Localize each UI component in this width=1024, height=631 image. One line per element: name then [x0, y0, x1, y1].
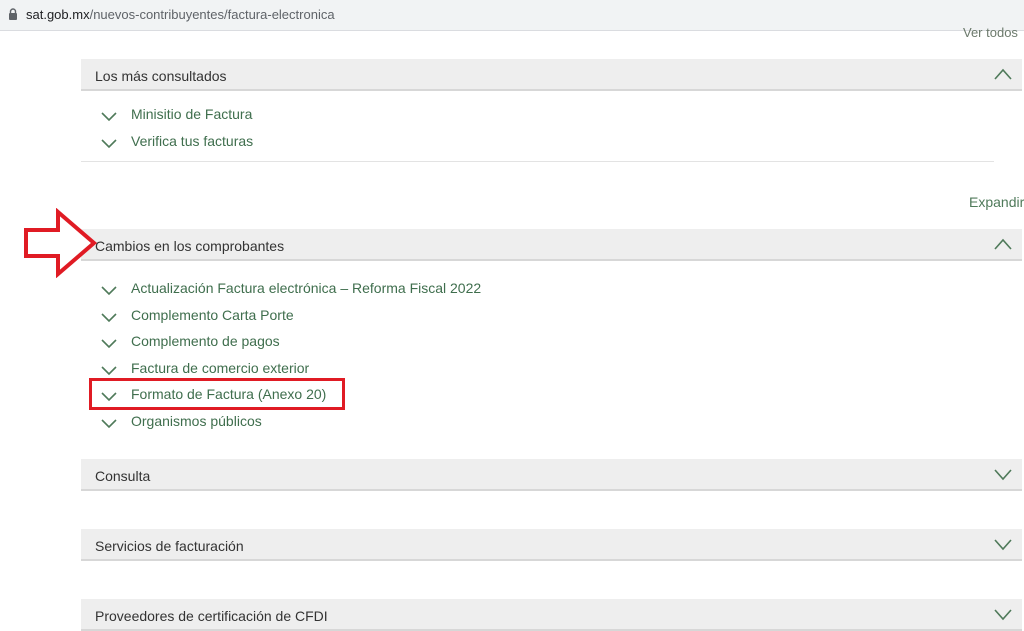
chevron-down-icon[interactable] [993, 607, 1013, 621]
chevron-down-icon [101, 418, 117, 428]
accordion-header-cambios-comprobantes[interactable]: Cambios en los comprobantes [81, 229, 1022, 261]
link-actualizacion-reforma-2022[interactable]: Actualización Factura electrónica – Refo… [131, 280, 481, 296]
chevron-down-icon [101, 339, 117, 349]
accordion-header-proveedores-cfdi[interactable]: Proveedores de certificación de CFDI [81, 599, 1022, 631]
chevron-down-icon [101, 112, 117, 122]
expandir-link[interactable]: Expandir [969, 194, 1024, 210]
link-comercio-exterior[interactable]: Factura de comercio exterior [131, 360, 309, 376]
divider [81, 161, 994, 162]
accordion-header-consulta[interactable]: Consulta [81, 459, 1022, 491]
accordion-header-mas-consultados[interactable]: Los más consultados [81, 59, 1022, 91]
section-title: Los más consultados [95, 68, 227, 84]
chevron-down-icon[interactable] [993, 467, 1013, 481]
lock-icon [9, 8, 17, 20]
link-minisitio-factura[interactable]: Minisitio de Factura [131, 106, 252, 122]
section-title: Servicios de facturación [95, 538, 244, 554]
chevron-down-icon[interactable] [993, 537, 1013, 551]
url-text[interactable]: sat.gob.mx/nuevos-contribuyentes/factura… [26, 7, 335, 22]
section-title: Consulta [95, 468, 151, 484]
chevron-down-icon [101, 312, 117, 322]
link-organismos-publicos[interactable]: Organismos públicos [131, 413, 262, 429]
section-title: Cambios en los comprobantes [95, 238, 285, 254]
link-carta-porte[interactable]: Complemento Carta Porte [131, 307, 294, 323]
chevron-down-icon [101, 286, 117, 296]
chevron-up-icon[interactable] [993, 67, 1013, 81]
ver-todos-link[interactable]: Ver todos [963, 25, 1024, 37]
accordion-header-servicios-facturacion[interactable]: Servicios de facturación [81, 529, 1022, 561]
url-host: sat.gob.mx [26, 7, 90, 22]
red-highlight-box [89, 378, 345, 410]
browser-address-bar[interactable]: sat.gob.mx/nuevos-contribuyentes/factura… [0, 0, 1024, 31]
chevron-down-icon [101, 365, 117, 375]
chevron-up-icon[interactable] [993, 237, 1013, 251]
url-path: /nuevos-contribuyentes/factura-electroni… [89, 7, 335, 22]
red-arrow-annotation [24, 208, 98, 278]
link-complemento-pagos[interactable]: Complemento de pagos [131, 333, 280, 349]
link-verifica-facturas[interactable]: Verifica tus facturas [131, 133, 253, 149]
chevron-down-icon [101, 138, 117, 148]
section-title: Proveedores de certificación de CFDI [95, 608, 328, 624]
